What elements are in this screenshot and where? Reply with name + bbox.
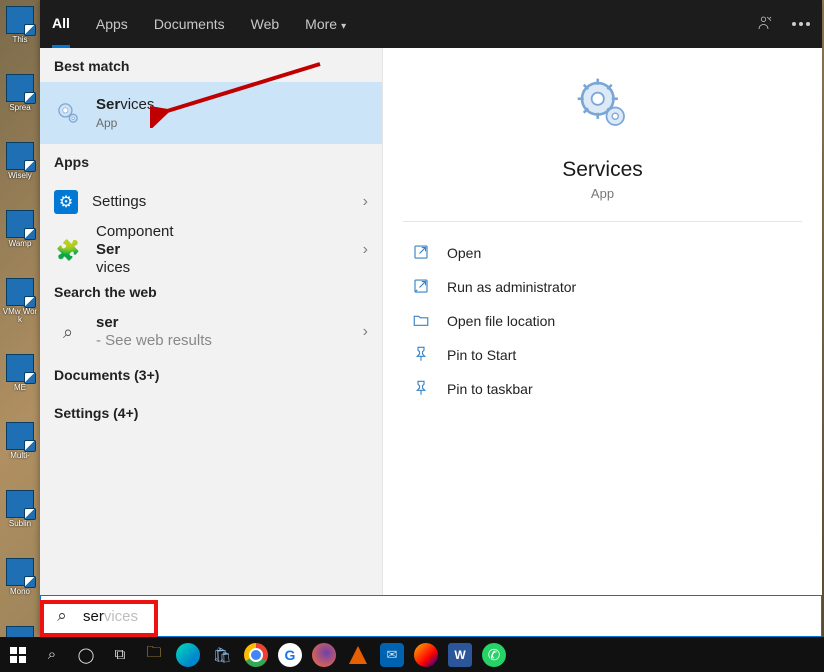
pin-start-icon — [411, 345, 431, 366]
actions-list: Open Run as administrator Open file loca… — [383, 222, 822, 420]
result-subtitle: App — [96, 116, 368, 130]
settings-gear-icon: ⚙ — [54, 190, 78, 214]
desktop-icon[interactable]: Mono — [2, 558, 38, 596]
tab-documents[interactable]: Documents — [154, 0, 225, 48]
details-subtitle: App — [383, 186, 822, 201]
pin-taskbar-icon — [411, 379, 431, 400]
whatsapp-icon[interactable] — [482, 643, 506, 667]
shield-admin-icon — [411, 277, 431, 298]
section-settings-collapsed[interactable]: Settings (4+) — [40, 394, 382, 432]
search-box[interactable]: ⌕ services — [40, 595, 822, 637]
action-run-as-admin[interactable]: Run as administrator — [407, 270, 798, 304]
more-options-icon[interactable] — [792, 22, 810, 26]
word-icon[interactable]: W — [448, 643, 472, 667]
component-services-icon: 🧩 — [54, 236, 82, 264]
desktop-icon[interactable]: VMw Work — [2, 278, 38, 324]
result-details-pane: Services App Open Run as administrator O… — [382, 48, 822, 595]
start-button[interactable] — [6, 643, 30, 667]
mail-icon[interactable] — [380, 643, 404, 667]
action-pin-to-start[interactable]: Pin to Start — [407, 338, 798, 372]
result-web-search[interactable]: ⌕ ser - See web results › — [40, 308, 382, 356]
desktop-icon[interactable]: Multi- — [2, 422, 38, 460]
chevron-right-icon: › — [363, 323, 368, 341]
tab-all[interactable]: All — [52, 0, 70, 48]
result-title: Services — [96, 96, 368, 114]
result-settings-app[interactable]: ⚙ Settings › — [40, 178, 382, 226]
result-title: Component Services — [96, 223, 349, 277]
vlc-icon[interactable] — [346, 643, 370, 667]
results-left-column: Best match Services App Apps ⚙ Settings … — [40, 48, 382, 595]
result-component-services[interactable]: 🧩 Component Services › — [40, 226, 382, 274]
desktop-icon[interactable]: Sprea — [2, 74, 38, 112]
feedback-icon[interactable] — [756, 14, 774, 35]
section-search-web: Search the web — [40, 274, 382, 308]
open-icon — [411, 243, 431, 264]
result-services-app[interactable]: Services App — [40, 82, 382, 144]
google-icon[interactable]: G — [278, 643, 302, 667]
action-open-file-location[interactable]: Open file location — [407, 304, 798, 338]
services-gear-icon — [54, 99, 82, 127]
file-explorer-icon[interactable]: 🗀 — [142, 643, 166, 667]
desktop-icon[interactable]: This — [2, 6, 38, 44]
desktop-icon[interactable]: ME — [2, 354, 38, 392]
search-icon: ⌕ — [41, 606, 83, 626]
search-icon: ⌕ — [54, 318, 82, 346]
chrome-canary-icon[interactable] — [414, 643, 438, 667]
result-title: ser - See web results — [96, 314, 349, 350]
action-open[interactable]: Open — [407, 236, 798, 270]
details-title: Services — [383, 158, 822, 182]
start-search-panel: All Apps Documents Web More Best match S… — [40, 0, 822, 637]
section-apps: Apps — [40, 144, 382, 178]
desktop-icon[interactable]: Sublin — [2, 490, 38, 528]
tab-web[interactable]: Web — [251, 0, 280, 48]
desktop-icons-column: This Sprea Wisely Wamp VMw Work ME Multi… — [0, 0, 40, 640]
cortana-icon[interactable]: ◯ — [74, 643, 98, 667]
chrome-icon[interactable] — [244, 643, 268, 667]
folder-location-icon — [411, 311, 431, 332]
edge-icon[interactable] — [176, 643, 200, 667]
chevron-right-icon: › — [363, 241, 368, 259]
chevron-down-icon — [341, 16, 346, 32]
desktop-icon[interactable]: Wamp — [2, 210, 38, 248]
search-filter-tabs: All Apps Documents Web More — [40, 0, 822, 48]
services-hero-icon — [383, 76, 822, 144]
tab-apps[interactable]: Apps — [96, 0, 128, 48]
chevron-right-icon: › — [363, 193, 368, 211]
search-input[interactable] — [83, 596, 821, 636]
desktop-icon[interactable]: Wisely — [2, 142, 38, 180]
tab-more[interactable]: More — [305, 0, 346, 48]
taskbar: ⌕ ◯ ⧉ 🗀 🛍 G W — [0, 637, 824, 672]
firefox-icon[interactable] — [312, 643, 336, 667]
store-icon[interactable]: 🛍 — [210, 643, 234, 667]
section-documents-collapsed[interactable]: Documents (3+) — [40, 356, 382, 394]
taskbar-search-icon[interactable]: ⌕ — [40, 643, 64, 667]
task-view-icon[interactable]: ⧉ — [108, 643, 132, 667]
section-best-match: Best match — [40, 48, 382, 82]
action-pin-to-taskbar[interactable]: Pin to taskbar — [407, 372, 798, 406]
